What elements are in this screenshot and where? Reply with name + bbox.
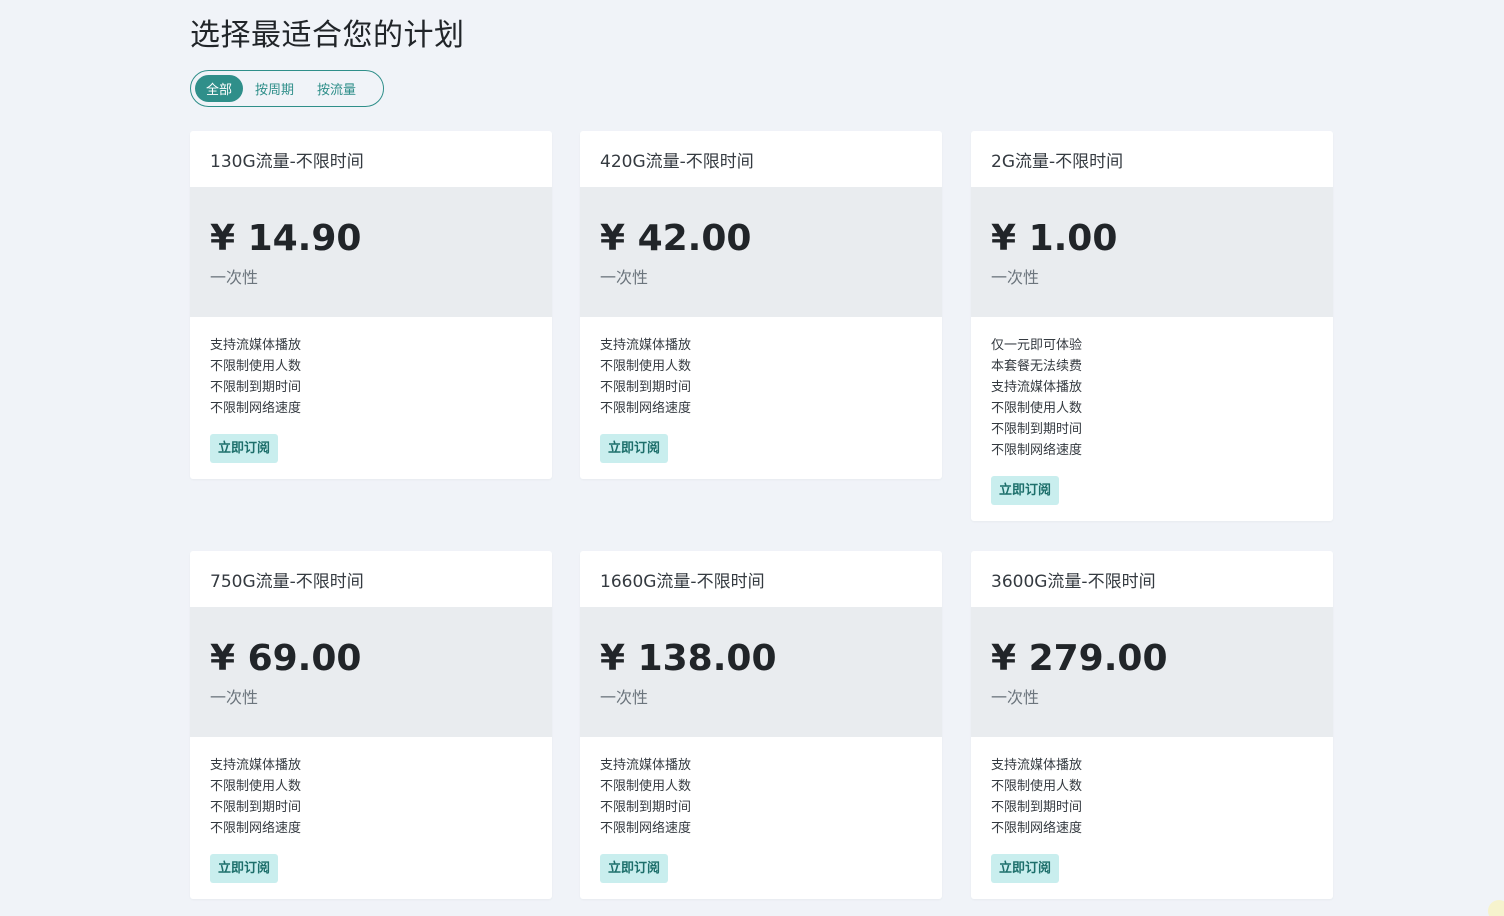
feature-item: 不限制网络速度	[600, 821, 692, 836]
plan-period: 一次性	[991, 688, 1040, 707]
feature-item: 不限制到期时间	[210, 380, 302, 395]
feature-item: 不限制到期时间	[600, 800, 692, 815]
subscribe-button[interactable]: 立即订阅	[991, 476, 1060, 505]
plan-card: 1660G流量-不限时间 ¥ 138.00 一次性 支持流媒体播放 不限制使用人…	[580, 551, 942, 899]
feature-item: 不限制网络速度	[991, 821, 1083, 836]
subscribe-button[interactable]: 立即订阅	[210, 854, 279, 883]
plan-price: ¥ 42.00	[600, 218, 752, 259]
feature-item: 仅一元即可体验	[991, 338, 1083, 353]
plan-price: ¥ 69.00	[210, 638, 362, 679]
plan-name: 130G流量-不限时间	[210, 151, 364, 172]
feature-item: 支持流媒体播放	[600, 338, 692, 353]
plans-page: 选择最适合您的计划 全部 按周期 按流量 130G流量-不限时间 ¥ 14.90…	[0, 0, 1504, 916]
plan-body: 仅一元即可体验 本套餐无法续费 支持流媒体播放 不限制使用人数 不限制到期时间 …	[971, 317, 1333, 521]
plan-period: 一次性	[210, 688, 259, 707]
feature-item: 不限制到期时间	[991, 422, 1083, 437]
plan-price: ¥ 1.00	[991, 218, 1118, 259]
plan-card: 420G流量-不限时间 ¥ 42.00 一次性 支持流媒体播放 不限制使用人数 …	[580, 131, 942, 479]
subscribe-button[interactable]: 立即订阅	[600, 854, 669, 883]
plan-period: 一次性	[991, 268, 1040, 287]
feature-item: 不限制使用人数	[600, 779, 692, 794]
feature-list: 仅一元即可体验 本套餐无法续费 支持流媒体播放 不限制使用人数 不限制到期时间 …	[991, 335, 1313, 461]
feature-list: 支持流媒体播放 不限制使用人数 不限制到期时间 不限制网络速度	[600, 755, 922, 839]
plan-body: 支持流媒体播放 不限制使用人数 不限制到期时间 不限制网络速度 立即订阅	[190, 317, 552, 479]
plan-price: ¥ 138.00	[600, 638, 777, 679]
plan-price: ¥ 14.90	[210, 218, 362, 259]
feature-item: 不限制使用人数	[210, 779, 302, 794]
filter-tab-all[interactable]: 全部	[195, 75, 244, 102]
feature-item: 本套餐无法续费	[991, 359, 1083, 374]
feature-item: 不限制使用人数	[991, 779, 1083, 794]
feature-item: 支持流媒体播放	[991, 758, 1083, 773]
plan-body: 支持流媒体播放 不限制使用人数 不限制到期时间 不限制网络速度 立即订阅	[190, 737, 552, 899]
plan-price-panel: ¥ 279.00 一次性	[971, 607, 1333, 737]
plan-price: ¥ 279.00	[991, 638, 1168, 679]
feature-item: 不限制到期时间	[991, 800, 1083, 815]
plan-card: 750G流量-不限时间 ¥ 69.00 一次性 支持流媒体播放 不限制使用人数 …	[190, 551, 552, 899]
feature-item: 支持流媒体播放	[600, 758, 692, 773]
feature-item: 支持流媒体播放	[210, 758, 302, 773]
feature-item: 支持流媒体播放	[991, 380, 1083, 395]
feature-item: 支持流媒体播放	[210, 338, 302, 353]
plan-price-panel: ¥ 1.00 一次性	[971, 187, 1333, 317]
plan-price-panel: ¥ 138.00 一次性	[580, 607, 942, 737]
feature-item: 不限制网络速度	[991, 443, 1083, 458]
plan-body: 支持流媒体播放 不限制使用人数 不限制到期时间 不限制网络速度 立即订阅	[580, 317, 942, 479]
feature-list: 支持流媒体播放 不限制使用人数 不限制到期时间 不限制网络速度	[600, 335, 922, 419]
plan-period: 一次性	[210, 268, 259, 287]
plan-body: 支持流媒体播放 不限制使用人数 不限制到期时间 不限制网络速度 立即订阅	[971, 737, 1333, 899]
plan-name: 420G流量-不限时间	[600, 151, 754, 172]
plan-name: 1660G流量-不限时间	[600, 571, 765, 592]
plan-period: 一次性	[600, 268, 649, 287]
feature-list: 支持流媒体播放 不限制使用人数 不限制到期时间 不限制网络速度	[210, 335, 532, 419]
feature-item: 不限制网络速度	[600, 401, 692, 416]
feature-list: 支持流媒体播放 不限制使用人数 不限制到期时间 不限制网络速度	[210, 755, 532, 839]
feature-item: 不限制使用人数	[991, 401, 1083, 416]
filter-tab-by-period[interactable]: 按周期	[244, 75, 305, 102]
feature-item: 不限制使用人数	[210, 359, 302, 374]
subscribe-button[interactable]: 立即订阅	[600, 434, 669, 463]
plan-filter-group: 全部 按周期 按流量	[190, 70, 384, 107]
feature-item: 不限制网络速度	[210, 401, 302, 416]
subscribe-button[interactable]: 立即订阅	[210, 434, 279, 463]
filter-tab-by-traffic[interactable]: 按流量	[306, 75, 367, 102]
feature-item: 不限制到期时间	[210, 800, 302, 815]
feature-item: 不限制到期时间	[600, 380, 692, 395]
plan-card: 3600G流量-不限时间 ¥ 279.00 一次性 支持流媒体播放 不限制使用人…	[971, 551, 1333, 899]
plan-name: 750G流量-不限时间	[210, 571, 364, 592]
corner-decoration	[1488, 900, 1504, 916]
page-title: 选择最适合您的计划	[190, 18, 465, 53]
plan-price-panel: ¥ 42.00 一次性	[580, 187, 942, 317]
plan-period: 一次性	[600, 688, 649, 707]
plan-price-panel: ¥ 14.90 一次性	[190, 187, 552, 317]
plan-price-panel: ¥ 69.00 一次性	[190, 607, 552, 737]
plan-card: 2G流量-不限时间 ¥ 1.00 一次性 仅一元即可体验 本套餐无法续费 支持流…	[971, 131, 1333, 521]
feature-item: 不限制网络速度	[210, 821, 302, 836]
plan-card: 130G流量-不限时间 ¥ 14.90 一次性 支持流媒体播放 不限制使用人数 …	[190, 131, 552, 479]
feature-list: 支持流媒体播放 不限制使用人数 不限制到期时间 不限制网络速度	[991, 755, 1313, 839]
plan-name: 3600G流量-不限时间	[991, 571, 1156, 592]
plan-body: 支持流媒体播放 不限制使用人数 不限制到期时间 不限制网络速度 立即订阅	[580, 737, 942, 899]
feature-item: 不限制使用人数	[600, 359, 692, 374]
subscribe-button[interactable]: 立即订阅	[991, 854, 1060, 883]
plan-name: 2G流量-不限时间	[991, 151, 1124, 172]
